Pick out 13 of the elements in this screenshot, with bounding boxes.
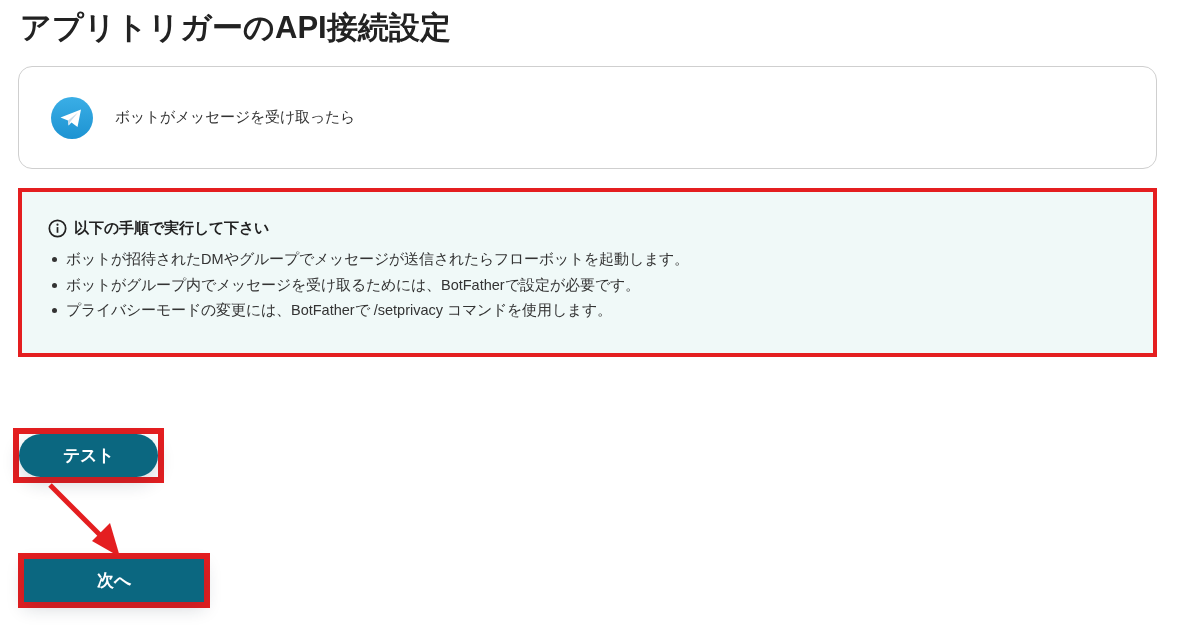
paper-plane-icon: [51, 96, 93, 139]
notice-title: 以下の手順で実行して下さい: [74, 219, 269, 238]
bullet-icon: [52, 282, 57, 288]
trigger-label: ボットがメッセージを受け取ったら: [115, 108, 355, 127]
action-button[interactable]: テスト: [19, 434, 158, 477]
notice-item: ボットが招待されたDMやグループでメッセージが送信されたらフローボットを起動します。: [66, 250, 689, 270]
info-icon: [48, 219, 67, 238]
page-title: アプリトリガーのAPI接続設定: [19, 9, 452, 47]
bullet-icon: [52, 257, 57, 263]
notice-item: ボットがグループ内でメッセージを受け取るためには、BotFatherで設定が必要です。: [66, 275, 640, 295]
bullet-icon: [52, 308, 57, 314]
action-button[interactable]: 次へ: [24, 559, 204, 602]
notice-item: プライバシーモードの変更には、BotFatherで /setprivacy コマンドを使用します。: [66, 301, 613, 321]
